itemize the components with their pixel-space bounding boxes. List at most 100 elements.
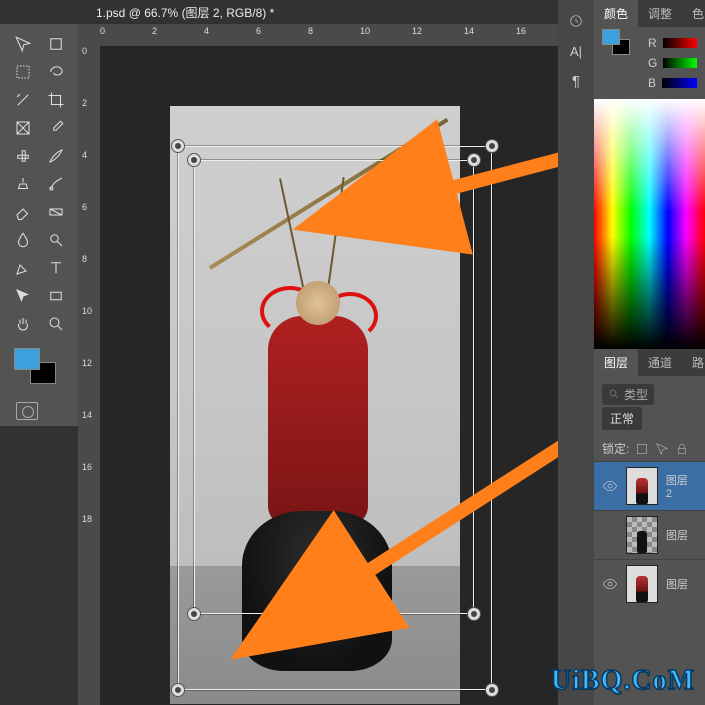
transform-handle-sw[interactable] — [171, 683, 185, 697]
layer-visibility-toggle[interactable] — [602, 576, 618, 592]
layer-filter[interactable]: 类型 — [602, 384, 654, 405]
layer-name[interactable]: 图层 — [666, 527, 688, 543]
layer-row[interactable]: 图层 — [594, 559, 705, 608]
ruler-tick: 10 — [360, 26, 370, 36]
layer-filter-label: 类型 — [624, 386, 648, 403]
history-icon[interactable] — [558, 6, 594, 36]
ruler-tick: 14 — [464, 26, 474, 36]
ruler-tick: 2 — [82, 98, 87, 108]
color-spectrum[interactable] — [594, 99, 705, 349]
crop-tool[interactable] — [40, 87, 71, 113]
layer-thumbnail[interactable] — [626, 516, 658, 554]
character-icon[interactable]: A| — [558, 36, 594, 66]
transform-handle-inner-sw[interactable] — [187, 607, 201, 621]
ruler-tick: 16 — [82, 462, 92, 472]
rectangle-tool[interactable] — [40, 283, 71, 309]
layer-name[interactable]: 图层 — [666, 576, 688, 592]
ruler-tick: 4 — [82, 150, 87, 160]
color-sliders: R G B — [594, 27, 705, 99]
blend-mode-select[interactable]: 正常 — [602, 407, 642, 430]
channel-r-label: R — [648, 36, 657, 50]
tab-color[interactable]: 颜色 — [594, 0, 638, 27]
transform-handle-inner-nw[interactable] — [187, 153, 201, 167]
history-brush-tool[interactable] — [40, 171, 71, 197]
canvas-area: 0246810121416 024681012141618 — [78, 24, 558, 705]
ruler-tick: 8 — [308, 26, 313, 36]
layer-thumbnail[interactable] — [626, 565, 658, 603]
ruler-tick: 8 — [82, 254, 87, 264]
slider-r[interactable] — [663, 38, 697, 48]
brush-tool[interactable] — [40, 143, 71, 169]
tab-layers[interactable]: 图层 — [594, 349, 638, 376]
horizontal-type-tool[interactable] — [40, 255, 71, 281]
lasso-tool[interactable] — [40, 59, 71, 85]
transform-handle-se[interactable] — [485, 683, 499, 697]
ruler-tick: 0 — [82, 46, 87, 56]
panel-color-swatches[interactable] — [602, 29, 636, 57]
slider-b[interactable] — [662, 78, 697, 88]
color-swatches[interactable] — [14, 348, 60, 388]
zoom-tool[interactable] — [40, 311, 71, 337]
quick-mask-toggle[interactable] — [16, 402, 38, 420]
layer-row[interactable]: 图层 2 — [594, 461, 705, 510]
tab-channels[interactable]: 通道 — [638, 349, 682, 376]
layer-row[interactable]: 图层 — [594, 510, 705, 559]
ruler-tick: 10 — [82, 306, 92, 316]
horizontal-ruler[interactable]: 0246810121416 — [100, 24, 558, 46]
hand-tool[interactable] — [7, 311, 38, 337]
artboard-image — [170, 106, 460, 704]
paragraph-icon[interactable]: ¶ — [558, 66, 594, 96]
layer-name[interactable]: 图层 2 — [666, 472, 697, 500]
vertical-ruler[interactable]: 024681012141618 — [78, 46, 100, 705]
move-tool[interactable] — [7, 31, 38, 57]
ruler-tick: 6 — [256, 26, 261, 36]
path-selection-tool[interactable] — [7, 283, 38, 309]
ruler-tick: 18 — [82, 514, 92, 524]
slider-g[interactable] — [663, 58, 697, 68]
clone-stamp-tool[interactable] — [7, 171, 38, 197]
ruler-tick: 12 — [82, 358, 92, 368]
lock-pixels-icon[interactable] — [635, 442, 649, 456]
frame-tool[interactable] — [7, 115, 38, 141]
gradient-tool[interactable] — [40, 199, 71, 225]
eraser-tool[interactable] — [7, 199, 38, 225]
layer-list: 图层 2图层图层 — [594, 461, 705, 705]
rectangular-marquee-tool[interactable] — [7, 59, 38, 85]
transform-handle-inner-ne[interactable] — [467, 153, 481, 167]
collapsed-panel-strip: A| ¶ — [558, 0, 594, 705]
transform-handle-ne[interactable] — [485, 139, 499, 153]
ruler-tick: 6 — [82, 202, 87, 212]
ruler-tick: 16 — [516, 26, 526, 36]
color-panel-tabs: 颜色 调整 色 — [594, 0, 705, 27]
statue-base-rock — [242, 511, 392, 671]
pen-tool[interactable] — [7, 255, 38, 281]
dodge-tool[interactable] — [40, 227, 71, 253]
foreground-color-swatch[interactable] — [14, 348, 40, 370]
transform-handle-nw[interactable] — [171, 139, 185, 153]
lock-all-icon[interactable] — [675, 442, 689, 456]
tab-paths[interactable]: 路 — [682, 349, 705, 376]
layer-visibility-toggle[interactable] — [602, 478, 618, 494]
blur-tool[interactable] — [7, 227, 38, 253]
artboard-tool[interactable] — [40, 31, 71, 57]
ruler-tick: 0 — [100, 26, 105, 36]
lock-label: 锁定: — [602, 440, 629, 457]
statue-body — [268, 316, 368, 526]
tab-swatches[interactable]: 色 — [682, 0, 705, 27]
magic-wand-tool[interactable] — [7, 87, 38, 113]
ruler-tick: 4 — [204, 26, 209, 36]
document-tab[interactable]: 1.psd @ 66.7% (图层 2, RGB/8) * — [86, 0, 284, 24]
transform-handle-inner-se[interactable] — [467, 607, 481, 621]
spot-healing-tool[interactable] — [7, 143, 38, 169]
channel-b-label: B — [648, 76, 656, 90]
layers-panel-tabs: 图层 通道 路 — [594, 349, 705, 376]
canvas-viewport[interactable] — [100, 46, 558, 705]
ruler-origin[interactable] — [78, 24, 100, 46]
lock-position-icon[interactable] — [655, 442, 669, 456]
ruler-tick: 2 — [152, 26, 157, 36]
layer-visibility-toggle[interactable] — [602, 527, 618, 543]
tab-adjustments[interactable]: 调整 — [638, 0, 682, 27]
layer-thumbnail[interactable] — [626, 467, 658, 505]
layers-panel: 类型 正常 锁定: 图层 2图层图层 — [594, 376, 705, 705]
eyedropper-tool[interactable] — [40, 115, 71, 141]
